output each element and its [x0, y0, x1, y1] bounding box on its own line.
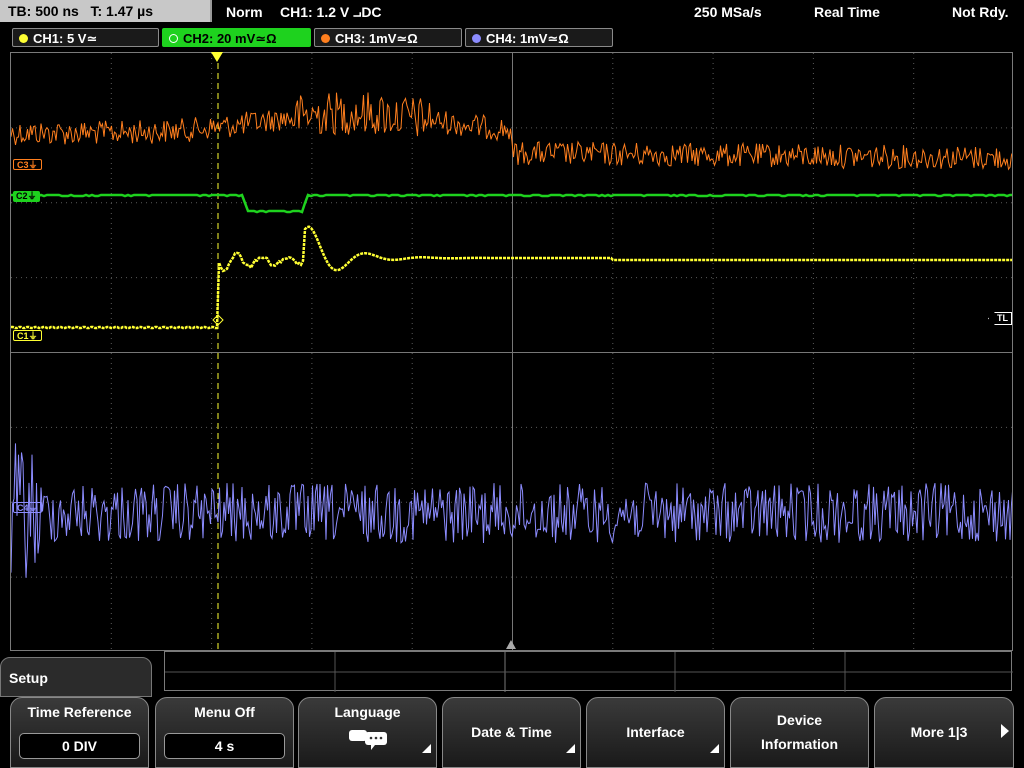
status-bar: TB: 500 ns T: 1.47 µs Norm CH1: 1.2 V ⨼D… [0, 0, 1024, 24]
channel-tab-ch1[interactable]: CH1: 5 V≃ [12, 28, 159, 47]
ch4-ground-marker[interactable]: C4⏚ [13, 502, 42, 513]
submenu-indicator-icon [422, 744, 431, 753]
channel-label: CH1: 5 V≃ [33, 31, 98, 46]
trigger-time-value: T: 1.47 µs [90, 3, 154, 19]
waveform-canvas [11, 53, 1012, 650]
timebase-value: TB: 500 ns [8, 3, 79, 19]
submenu-indicator-icon [566, 744, 575, 753]
trigger-setting[interactable]: CH1: 1.2 V ⨼DC [280, 0, 382, 24]
menu-off-value: 4 s [164, 733, 285, 759]
trigger-status: Not Rdy. [952, 4, 1009, 20]
overview-grid [165, 652, 1013, 692]
menu-off-softkey[interactable]: Menu Off 4 s [155, 697, 294, 768]
channel-tab-ch4[interactable]: CH4: 1mV≃Ω [465, 28, 613, 47]
channel-tab-ch3[interactable]: CH3: 1mV≃Ω [314, 28, 462, 47]
acquisition-mode: Real Time [814, 4, 880, 20]
more-softkey[interactable]: More 1|3 [874, 697, 1014, 768]
softkey-label: More 1|3 [910, 724, 968, 740]
channel-tab-ch2[interactable]: CH2: 20 mV≃Ω [162, 28, 311, 47]
time-reference-softkey[interactable]: Time Reference 0 DIV [10, 697, 149, 768]
softkey-label: Time Reference [27, 704, 132, 720]
softkey-label: Interface [626, 724, 685, 740]
trigger-position-marker[interactable] [211, 52, 223, 62]
ch1-color-dot [19, 34, 28, 43]
menu-title-setup: Setup [0, 657, 152, 697]
channel-bar: CH1: 5 V≃ CH2: 20 mV≃Ω CH3: 1mV≃Ω CH4: 1… [0, 26, 1024, 48]
ch2-ground-marker[interactable]: C2⏚ [13, 191, 40, 202]
ch3-color-dot [321, 34, 330, 43]
ch1-ground-marker[interactable]: C1⏚ [13, 330, 42, 341]
channel-label: CH4: 1mV≃Ω [486, 31, 569, 46]
ch4-color-dot [472, 34, 481, 43]
timebase-box[interactable]: TB: 500 ns T: 1.47 µs [0, 0, 212, 22]
language-softkey[interactable]: Language [298, 697, 437, 768]
speech-bubbles-icon [349, 730, 387, 750]
ch2-color-dot [169, 34, 178, 43]
overview-strip [164, 651, 1013, 692]
trigger-mode[interactable]: Norm [226, 0, 263, 24]
device-information-softkey[interactable]: Device Information [730, 697, 869, 768]
time-reference-value: 0 DIV [19, 733, 140, 759]
date-time-softkey[interactable]: Date & Time [442, 697, 581, 768]
channel-label: CH3: 1mV≃Ω [335, 31, 418, 46]
ch3-ground-marker[interactable]: C3⏚ [13, 159, 42, 170]
softkey-label: Language [334, 704, 401, 720]
softkey-label-line1: Device [776, 712, 823, 728]
interface-softkey[interactable]: Interface [586, 697, 725, 768]
channel-label: CH2: 20 mV≃Ω [183, 31, 277, 46]
waveform-display[interactable]: C3⏚ C2⏚ C1⏚ C4⏚ [10, 52, 1013, 651]
softkey-label-line2: Information [761, 736, 838, 752]
softkey-label: Menu Off [194, 704, 255, 720]
submenu-indicator-icon [710, 744, 719, 753]
next-page-arrow-icon [1001, 724, 1009, 738]
horizontal-position-marker [506, 640, 516, 649]
sample-rate: 250 MSa/s [694, 4, 762, 20]
softkey-label: Date & Time [471, 724, 552, 740]
